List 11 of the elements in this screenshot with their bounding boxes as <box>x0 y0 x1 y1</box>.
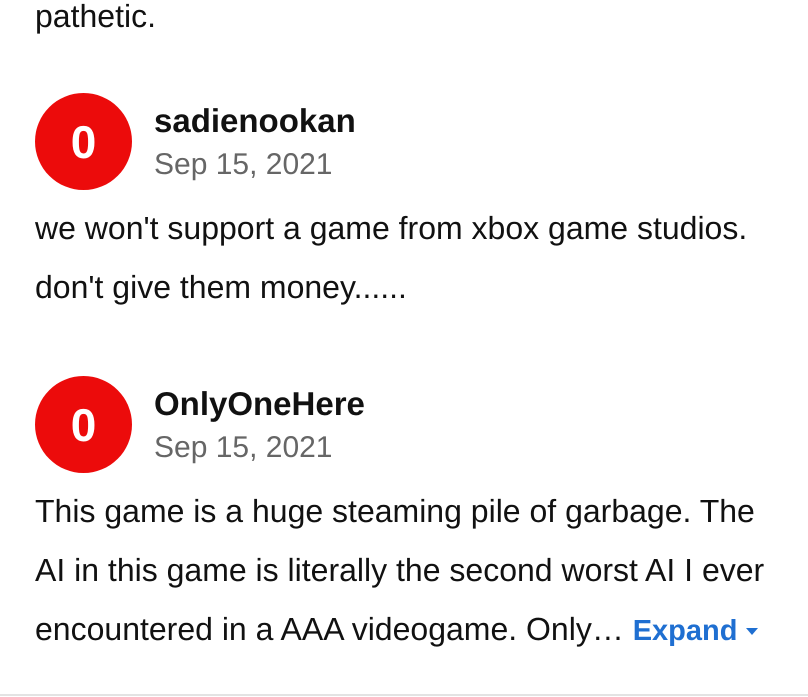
review-date: Sep 15, 2021 <box>154 147 332 183</box>
review-text: This game is a huge steaming pile of garbage. The AI in this game is literally the second worst AI I ever encountered in a AAA videogame. Only… Expand <box>35 492 766 651</box>
score-badge: 0 <box>35 93 132 190</box>
review-text: pathetic. <box>35 0 156 32</box>
review-date: Sep 15, 2021 <box>154 430 332 466</box>
expand-link[interactable]: Expand <box>632 613 758 649</box>
caret-icon <box>746 628 758 634</box>
username-link[interactable]: OnlyOneHere <box>154 384 365 424</box>
review-text: we won't support a game from xbox game studios. don't give them money...... <box>35 209 748 307</box>
username-link[interactable]: sadienookan <box>154 101 356 141</box>
score-badge: 0 <box>35 376 132 473</box>
